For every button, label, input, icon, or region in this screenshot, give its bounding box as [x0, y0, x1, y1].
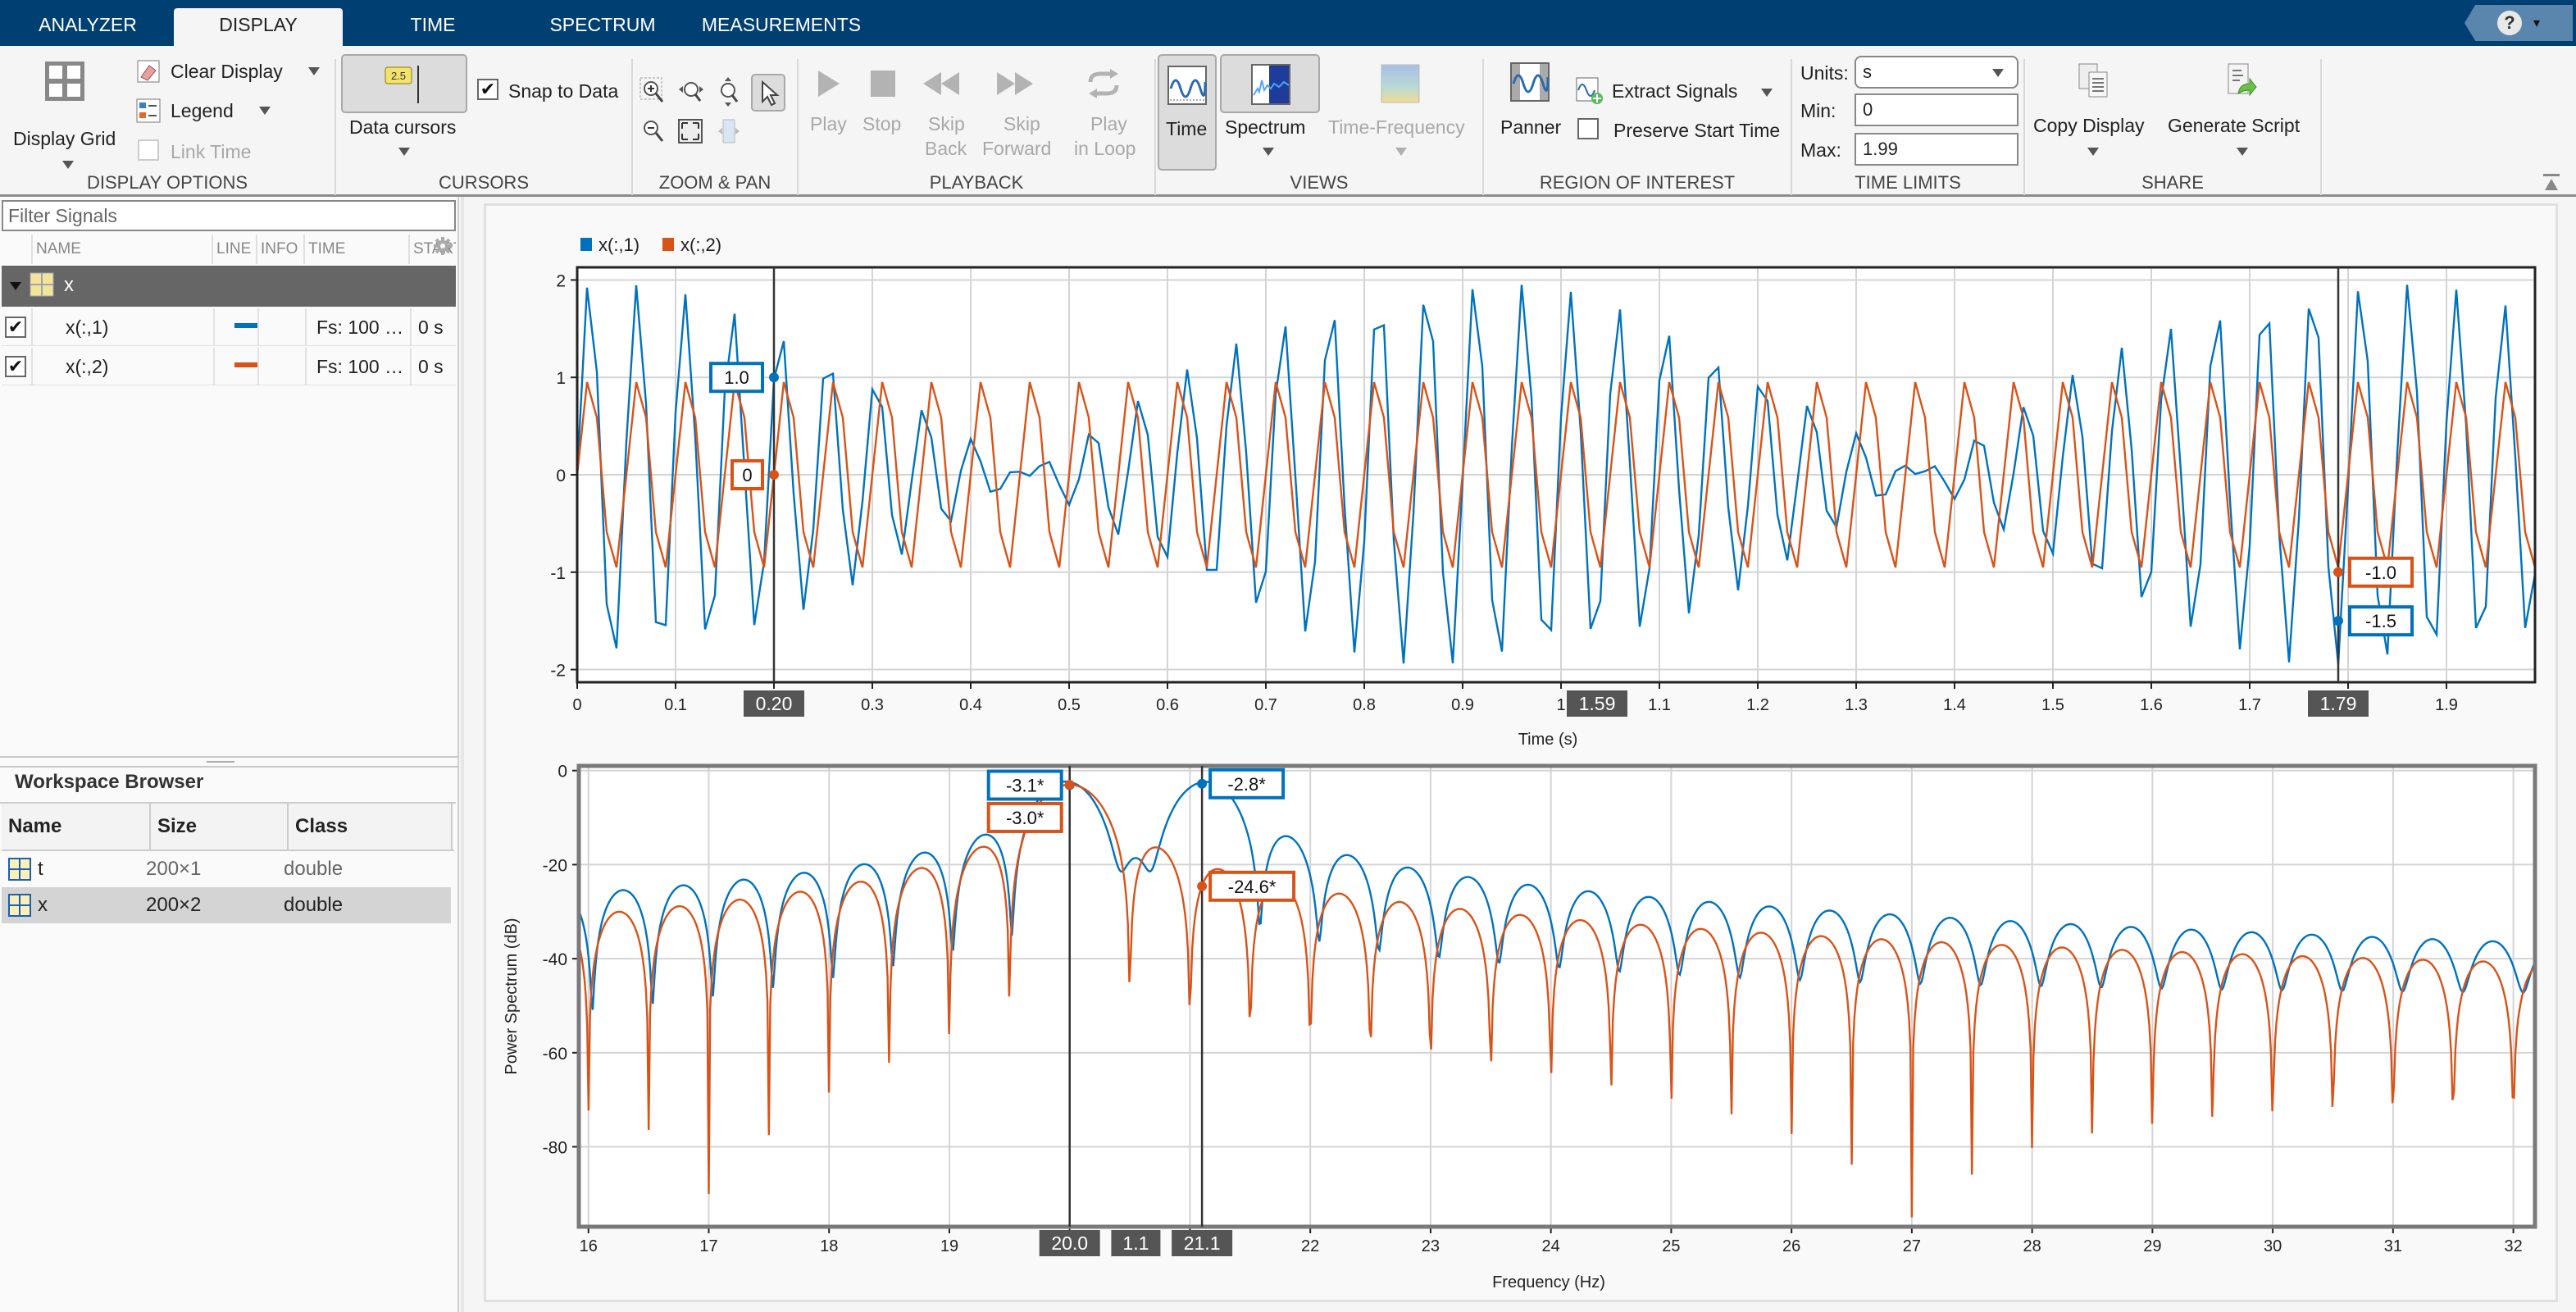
x-tick-label: 1.7: [2238, 696, 2261, 714]
cursor-readout: 0: [742, 465, 752, 485]
x-tick-label: 0.5: [1058, 696, 1081, 714]
x-tick-label: 0.8: [1353, 696, 1376, 714]
legend-entry: x(:,2): [680, 235, 721, 255]
y-tick-label: -2: [550, 662, 566, 681]
cursor-readout: -2.8*: [1227, 774, 1266, 795]
x-tick-label: 17: [699, 1237, 717, 1255]
cursor-marker: [2333, 616, 2343, 626]
x-tick-label: 22: [1301, 1237, 1319, 1255]
x-tick-label: 0: [572, 696, 581, 714]
cursor-position-label: 20.0: [1051, 1232, 1088, 1254]
y-tick-label: 2: [556, 271, 566, 290]
cursor-position-label: 1.79: [2320, 693, 2357, 714]
cursor-delta-label: 1.59: [1579, 693, 1616, 714]
legend-swatch: [662, 238, 674, 251]
x-tick-label: 18: [820, 1237, 838, 1255]
y-tick-label: -20: [543, 856, 567, 875]
x-tick-label: 26: [1782, 1237, 1800, 1255]
cursor-marker: [769, 372, 779, 383]
time-plot[interactable]: 00.10.20.30.40.50.60.70.80.911.11.21.31.…: [0, 0, 2576, 763]
y-tick-label: -80: [543, 1139, 567, 1158]
cursor-marker: [2333, 567, 2343, 577]
cursor-readout: -24.6*: [1228, 877, 1277, 897]
x-tick-label: 23: [1422, 1237, 1440, 1255]
x-tick-label: 1.1: [1648, 696, 1671, 714]
x-tick-label: 32: [2504, 1237, 2522, 1255]
spectrum-plot[interactable]: 16 17 18 19 22 23 24 25 26 27 28 29 30 31 32 0 -20 -40 -60…: [0, 738, 2576, 1312]
x-tick-label: 30: [2264, 1237, 2282, 1255]
x-tick-label: 0.6: [1156, 696, 1179, 714]
cursor-delta-label: 1.1: [1122, 1232, 1149, 1254]
y-tick-label: 0: [556, 467, 566, 485]
x-tick-label: 24: [1542, 1237, 1560, 1255]
y-tick-label: 1: [556, 369, 566, 388]
x-tick-label: 0.7: [1254, 696, 1277, 714]
y-tick-label: 0: [558, 763, 567, 781]
x-tick-label: 29: [2143, 1237, 2161, 1255]
x-tick-label: 28: [2023, 1237, 2041, 1255]
x-tick-label: 0.1: [664, 696, 687, 714]
cursor-marker: [1197, 778, 1208, 789]
x-axis-label: Frequency (Hz): [1492, 1273, 1605, 1292]
x-tick-label: 0.9: [1451, 696, 1474, 714]
cursor-marker: [769, 470, 779, 480]
y-tick-label: -1: [550, 564, 566, 583]
cursor-readout: 1.0: [724, 367, 749, 388]
plot-area: [579, 766, 2535, 1227]
cursor-marker: [1197, 881, 1208, 891]
x-tick-label: 1.2: [1746, 696, 1769, 714]
cursor-marker: [1064, 779, 1075, 790]
x-tick-label: 1.4: [1943, 696, 1966, 714]
y-tick-label: -60: [543, 1045, 567, 1064]
cursor-position-label: 21.1: [1184, 1232, 1221, 1254]
cursor-readout: -3.1*: [1006, 776, 1045, 796]
x-tick-label: 1.6: [2140, 696, 2163, 714]
cursor-position-label: 0.20: [756, 693, 793, 714]
cursor-readout: -3.0*: [1006, 808, 1045, 828]
x-tick-label: 25: [1662, 1237, 1680, 1255]
y-tick-label: -40: [543, 950, 567, 969]
cursor-readout: -1.5: [2365, 611, 2396, 631]
x-tick-label: 0.3: [861, 696, 884, 714]
x-tick-label: 1.9: [2435, 696, 2458, 714]
x-tick-label: 27: [1903, 1237, 1921, 1255]
x-tick-label: 1.3: [1845, 696, 1868, 714]
x-tick-label: 1.5: [2041, 696, 2064, 714]
x-tick-label: 16: [580, 1237, 598, 1255]
cursor-readout: -1.0: [2365, 563, 2396, 583]
legend-entry: x(:,1): [598, 235, 639, 255]
x-tick-label: 0.4: [959, 696, 982, 714]
x-tick-label: 31: [2384, 1237, 2402, 1255]
y-axis-label: Power Spectrum (dB): [503, 918, 521, 1074]
legend-swatch: [580, 238, 592, 251]
x-tick-label: 1: [1556, 696, 1565, 714]
x-tick-label: 19: [940, 1237, 958, 1255]
